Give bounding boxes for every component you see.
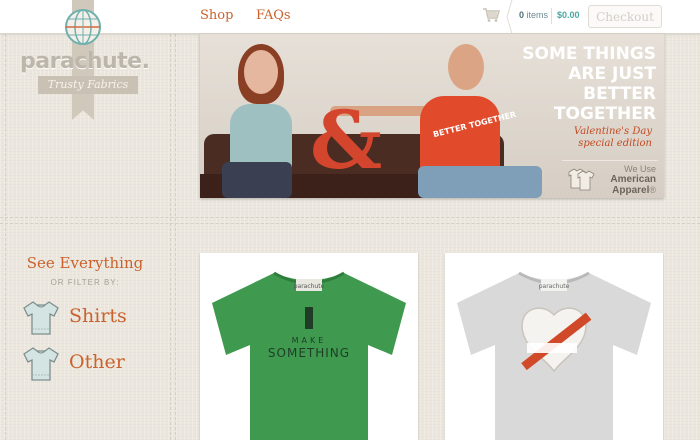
hero-man-shirt [420,96,500,176]
badge-line: American [610,174,656,185]
filter-by-label: OR FILTER BY: [50,278,120,287]
filter-other[interactable]: Other [20,345,140,385]
globe-logo-icon[interactable] [64,8,102,46]
hero-headline-line: BETTER [583,84,656,104]
american-apparel-badge: We Use American Apparel® [598,164,656,196]
product-tag-label: parachute [539,283,570,290]
stitch-line-sidebar [175,34,176,440]
product-tag-label: parachute [294,283,325,290]
hero-woman-head [244,50,278,94]
nav-faqs-link[interactable]: FAQs [256,8,291,23]
checkout-button[interactable]: Checkout [588,5,662,28]
tshirt-pair-icon [568,168,595,191]
see-everything-link[interactable]: See Everything [20,254,150,272]
tshirt-icon [23,301,59,335]
cart-divider [551,8,552,24]
hero-banner[interactable]: BETTER TOGETHER & SOME THINGS ARE JUST B… [200,34,664,198]
hero-subheadline-line: Valentine's Day [573,126,652,137]
hero-headline-line: ARE JUST [568,64,656,84]
badge-line: We Use [624,164,656,174]
grey-heart-tshirt-image: parachute [457,271,651,440]
brand-tagline: Trusty Fabrics [38,76,138,94]
brand-name[interactable]: parachute. [20,49,160,74]
product-card[interactable]: parachute MAKE SOMETHING [200,253,418,440]
cart-total: $0.00 [557,10,580,20]
hero-subheadline: Valentine's Day special edition [530,126,652,150]
product-print-line: MAKE [292,336,327,345]
hero-man-legs [418,166,542,198]
stitch-line-middle-inner [0,223,700,224]
nav-shop-link[interactable]: Shop [200,8,233,23]
badge-mark: ® [649,185,656,195]
top-navigation-bar: Shop FAQs 0 items $0.00 Checkout [0,0,700,34]
cart-count-number: 0 [519,10,525,20]
shopping-cart-icon[interactable] [482,7,500,23]
stitch-line-middle [0,217,700,218]
stitch-line-sidebar-inner [170,34,171,440]
hero-woman-legs [222,162,292,198]
green-tshirt-image: parachute MAKE SOMETHING [212,271,406,440]
hero-headline: SOME THINGS ARE JUST BETTER TOGETHER [506,44,656,124]
hero-headline-line: SOME THINGS [522,44,656,64]
hero-man-head [448,44,484,90]
product-print-line: SOMETHING [268,346,350,360]
stitch-line-left [5,34,6,440]
filter-shirts-label: Shirts [69,305,127,327]
other-apparel-icon [23,347,59,381]
cart-count-suffix: items [526,10,549,20]
product-card[interactable]: parachute [445,253,663,440]
hero-badge-divider [562,160,658,161]
hero-ampersand: & [310,93,383,187]
filter-other-label: Other [69,351,125,373]
hero-headline-line: TOGETHER [553,104,656,124]
filter-shirts[interactable]: Shirts [20,299,140,339]
badge-line: Apparel [612,185,650,196]
cart-separator-chevron [506,0,513,34]
cart-item-count: 0 items [519,10,548,20]
hero-subheadline-line: special edition [578,138,652,149]
